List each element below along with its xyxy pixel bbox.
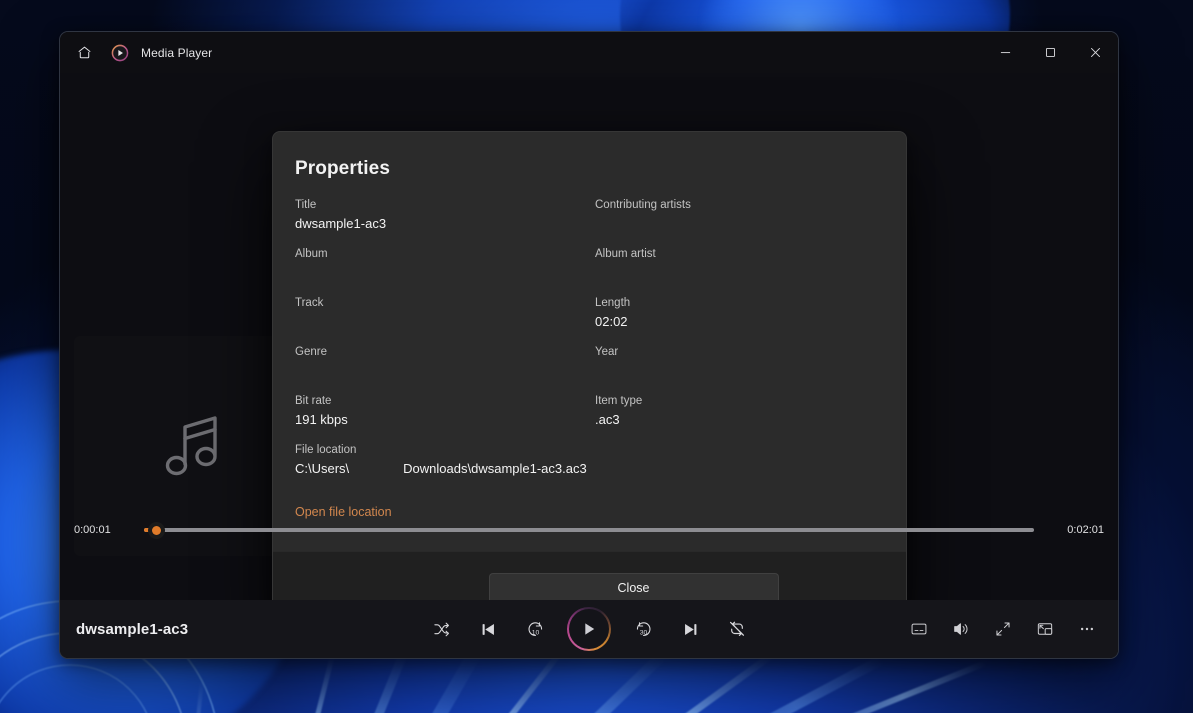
- property-label: Genre: [295, 345, 595, 360]
- desktop-wallpaper: Media Player: [0, 0, 1193, 713]
- property-length: Length 02:02: [595, 296, 882, 345]
- property-item-type: Item type .ac3: [595, 394, 882, 443]
- open-file-location-link[interactable]: Open file location: [295, 505, 392, 519]
- property-album-artist: Album artist: [595, 247, 882, 296]
- property-title: Title dwsample1-ac3: [295, 198, 595, 247]
- fullscreen-icon[interactable]: [988, 614, 1018, 644]
- home-icon[interactable]: [68, 38, 100, 68]
- close-button[interactable]: Close: [489, 573, 779, 601]
- property-label: Item type: [595, 394, 882, 409]
- player-content-area: Properties Title dwsample1-ac3 Contribut…: [60, 73, 1118, 600]
- property-label: Year: [595, 345, 882, 360]
- property-year: Year: [595, 345, 882, 394]
- elapsed-time: 0:00:01: [74, 524, 136, 536]
- property-value: .ac3: [595, 410, 882, 429]
- repeat-off-icon[interactable]: [722, 614, 752, 644]
- wallpaper-ring-inner: [0, 664, 156, 713]
- volume-icon[interactable]: [946, 614, 976, 644]
- file-path-suffix: Downloads\dwsample1-ac3.ac3: [403, 461, 587, 476]
- close-icon[interactable]: [1073, 32, 1118, 73]
- wallpaper-ribbon-9: [181, 680, 204, 713]
- svg-text:10: 10: [531, 629, 539, 636]
- property-contributing-artists: Contributing artists: [595, 198, 882, 247]
- rewind-10-icon[interactable]: 10: [520, 614, 550, 644]
- play-icon: [580, 620, 598, 638]
- player-control-bar: dwsample1-ac3: [60, 600, 1118, 658]
- property-track: Track: [295, 296, 595, 345]
- property-label: Contributing artists: [595, 198, 882, 213]
- play-button[interactable]: [567, 607, 611, 651]
- total-time: 0:02:01: [1042, 524, 1104, 536]
- property-label: File location: [295, 443, 882, 458]
- wallpaper-ribbon-2: [299, 650, 408, 713]
- next-icon[interactable]: [675, 614, 705, 644]
- seek-bar-row: 0:00:01 0:02:01: [60, 518, 1118, 542]
- shuffle-icon[interactable]: [426, 614, 456, 644]
- dialog-footer: Close: [273, 551, 906, 600]
- more-options-icon[interactable]: [1072, 614, 1102, 644]
- maximize-icon[interactable]: [1028, 32, 1073, 73]
- svg-text:30: 30: [639, 629, 647, 636]
- previous-icon[interactable]: [473, 614, 503, 644]
- property-genre: Genre: [295, 345, 595, 394]
- minimize-icon[interactable]: [983, 32, 1028, 73]
- property-label: Length: [595, 296, 882, 311]
- property-label: Album artist: [595, 247, 882, 262]
- wallpaper-ribbon-1: [267, 655, 335, 713]
- property-label: Title: [295, 198, 595, 213]
- seek-slider[interactable]: [144, 528, 1034, 532]
- property-label: Bit rate: [295, 394, 595, 409]
- property-value: 02:02: [595, 312, 882, 331]
- properties-grid: Title dwsample1-ac3 Contributing artists…: [295, 198, 882, 492]
- property-label: Track: [295, 296, 595, 311]
- app-title: Media Player: [141, 46, 212, 60]
- wallpaper-ribbon-7: [686, 655, 885, 713]
- dialog-title: Properties: [295, 158, 882, 180]
- dialog-body: Properties Title dwsample1-ac3 Contribut…: [273, 132, 906, 551]
- wallpaper-ribbon-5: [480, 650, 667, 713]
- seek-thumb[interactable]: [148, 522, 165, 539]
- forward-30-icon[interactable]: 30: [628, 614, 658, 644]
- property-file-location: File location C:\Users\ Downloads\dwsampl…: [295, 443, 882, 492]
- property-label: Album: [295, 247, 595, 262]
- media-player-logo-icon: [110, 43, 130, 63]
- property-bit-rate: Bit rate 191 kbps: [295, 394, 595, 443]
- property-value: 191 kbps: [295, 410, 595, 429]
- file-path-prefix: C:\Users\: [295, 461, 349, 476]
- window-titlebar: Media Player: [60, 32, 1118, 73]
- now-playing-title: dwsample1-ac3: [76, 621, 188, 638]
- property-album: Album: [295, 247, 595, 296]
- mini-player-icon[interactable]: [1030, 614, 1060, 644]
- property-value: dwsample1-ac3: [295, 214, 595, 233]
- property-value: C:\Users\ Downloads\dwsample1-ac3.ac3: [295, 459, 882, 478]
- window-controls: [983, 32, 1118, 73]
- media-player-window: Media Player: [59, 31, 1119, 659]
- secondary-controls: [904, 614, 1102, 644]
- captions-icon[interactable]: [904, 614, 934, 644]
